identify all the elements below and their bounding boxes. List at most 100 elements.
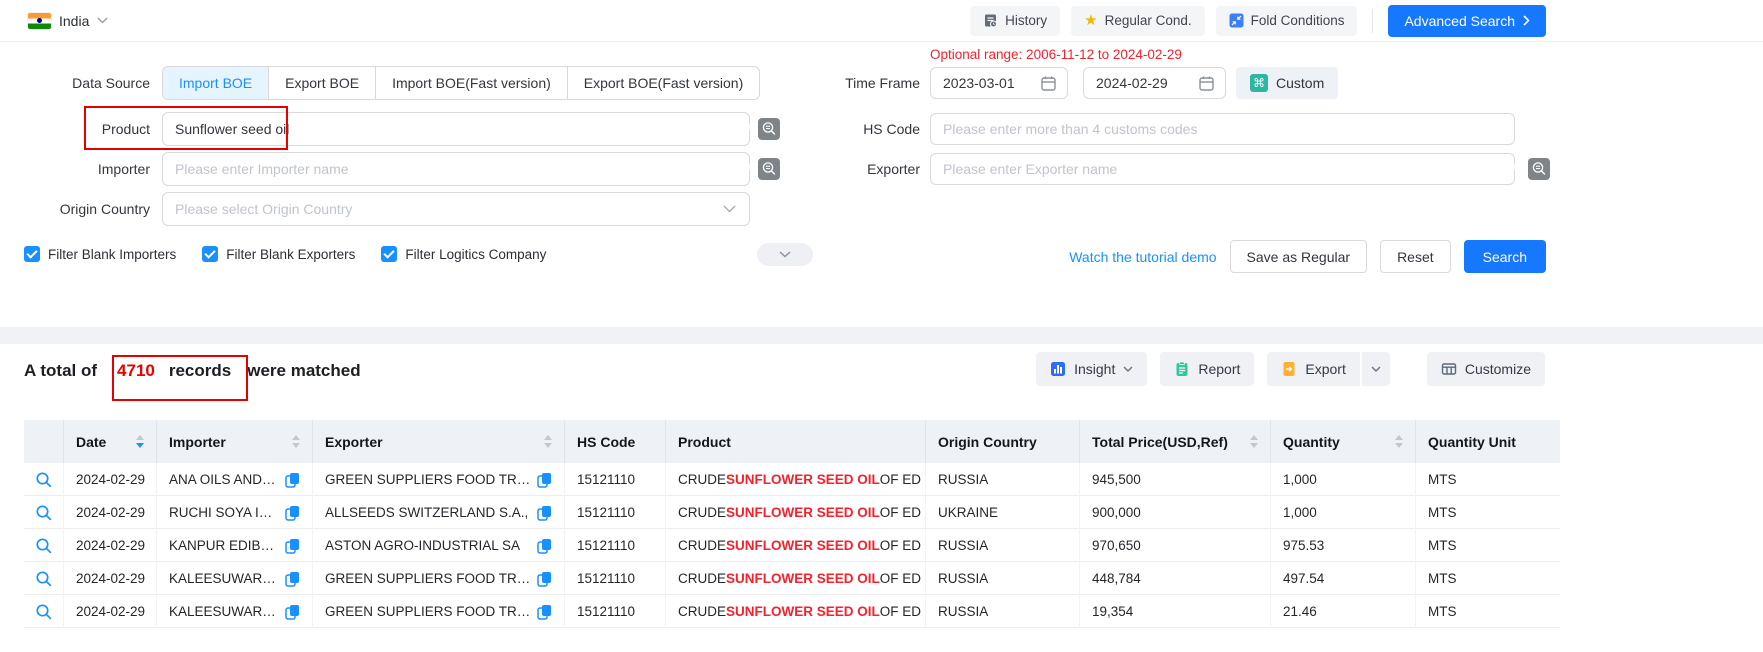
copy-icon[interactable] (279, 538, 300, 554)
checkbox-filter-blank-importers[interactable]: Filter Blank Importers (24, 246, 176, 262)
cell-date: 2024-02-29 (64, 496, 157, 529)
cell-text: RUCHI SOYA INDU (169, 505, 279, 520)
date-start-input[interactable]: 2023-03-01 (930, 67, 1068, 99)
tutorial-link[interactable]: Watch the tutorial demo (1069, 249, 1216, 265)
checkbox-label: Filter Logitics Company (405, 247, 546, 262)
column-header-hs_code: HS Code (565, 420, 666, 463)
cell-unit: MTS (1416, 595, 1560, 628)
export-options-button[interactable] (1362, 352, 1390, 386)
checkbox-filter-blank-exporters[interactable]: Filter Blank Exporters (202, 246, 355, 262)
reset-button[interactable]: Reset (1380, 240, 1451, 273)
report-icon (1174, 361, 1190, 377)
sort-icon[interactable] (284, 435, 300, 448)
record-count: 4710 (117, 361, 155, 380)
sort-icon[interactable] (1387, 435, 1403, 448)
cell-total_price: 448,784 (1080, 562, 1271, 595)
tab-export-boe-fast-version-[interactable]: Export BOE(Fast version) (567, 67, 760, 99)
hs-code-input[interactable] (930, 113, 1515, 145)
cell-product: CRUDE SUNFLOWER SEED OIL OF ED (666, 562, 926, 595)
origin-country-select[interactable] (162, 192, 750, 226)
insight-button[interactable]: Insight (1036, 352, 1147, 386)
product-label: Product (0, 112, 150, 146)
india-flag-icon (28, 13, 51, 29)
highlighted-keyword: SUNFLOWER SEED OIL (726, 538, 880, 553)
batch-search-icon[interactable] (1528, 158, 1550, 180)
column-header-exporter[interactable]: Exporter (313, 420, 565, 463)
cell-date: 2024-02-29 (64, 463, 157, 496)
copy-icon[interactable] (531, 538, 552, 554)
row-detail-search-icon[interactable] (35, 570, 53, 588)
column-label: Product (678, 434, 731, 450)
origin-country-input[interactable] (162, 192, 750, 226)
cell-action (24, 496, 64, 529)
table-header: DateImporterExporterHS CodeProductOrigin… (24, 420, 1560, 463)
results-table: DateImporterExporterHS CodeProductOrigin… (24, 420, 1560, 628)
cell-action (24, 562, 64, 595)
table-body: 2024-02-29ANA OILS AND FATGREEN SUPPLIER… (24, 463, 1560, 628)
importer-input[interactable] (162, 152, 750, 186)
tab-export-boe[interactable]: Export BOE (268, 67, 375, 99)
checkbox-checked-icon[interactable] (24, 246, 40, 262)
checkbox-checked-icon[interactable] (202, 246, 218, 262)
fold-conditions-button[interactable]: Fold Conditions (1216, 6, 1358, 36)
custom-label: Custom (1276, 75, 1324, 91)
cell-action (24, 463, 64, 496)
country-name: India (59, 13, 89, 29)
copy-icon[interactable] (531, 472, 552, 488)
sort-icon[interactable] (128, 435, 144, 448)
sort-icon[interactable] (1242, 435, 1258, 448)
row-detail-search-icon[interactable] (35, 537, 53, 555)
tab-import-boe-fast-version-[interactable]: Import BOE(Fast version) (375, 67, 567, 99)
customize-button[interactable]: Customize (1427, 352, 1545, 386)
cell-text: KANPUR EDIBLES (169, 538, 279, 553)
copy-icon[interactable] (531, 571, 552, 587)
column-header-date[interactable]: Date (64, 420, 157, 463)
cell-exporter: GREEN SUPPLIERS FOOD TRADI... (313, 463, 565, 496)
row-detail-search-icon[interactable] (35, 504, 53, 522)
cell-hs_code: 15121110 (565, 529, 666, 562)
results-summary: A total of4710recordswere matched (24, 361, 361, 381)
copy-icon[interactable] (279, 472, 300, 488)
collapse-panel-button[interactable] (757, 243, 813, 266)
highlighted-keyword: SUNFLOWER SEED OIL (726, 571, 880, 586)
checkbox-checked-icon[interactable] (381, 246, 397, 262)
custom-button[interactable]: ⌘ Custom (1236, 67, 1338, 99)
row-detail-search-icon[interactable] (35, 471, 53, 489)
copy-icon[interactable] (531, 604, 552, 620)
row-detail-search-icon[interactable] (35, 603, 53, 621)
copy-icon[interactable] (279, 505, 300, 521)
table-row: 2024-02-29 RUCHI SOYA INDU ALLSEEDS SWITZE… (24, 496, 1560, 529)
filter-checkboxes: Filter Blank Importers Filter Blank Expor… (24, 246, 546, 262)
cell-exporter: ASTON AGRO-INDUSTRIAL SA (313, 529, 565, 562)
history-button[interactable]: History (970, 6, 1060, 36)
product-input[interactable] (162, 112, 750, 146)
checkbox-filter-logitics-company[interactable]: Filter Logitics Company (381, 246, 546, 262)
tab-import-boe[interactable]: Import BOE (163, 67, 268, 99)
product-field-wrap: A (162, 112, 750, 146)
origin-country-label: Origin Country (0, 192, 150, 226)
top-bar-actions: History ★ Regular Cond. Fold Conditions … (970, 5, 1546, 37)
copy-icon[interactable] (279, 571, 300, 587)
export-label: Export (1305, 361, 1345, 377)
cell-hs_code: 15121110 (565, 562, 666, 595)
exporter-input[interactable] (930, 153, 1515, 185)
country-selector[interactable]: India (28, 13, 108, 29)
regular-cond-button[interactable]: ★ Regular Cond. (1071, 6, 1205, 36)
report-button[interactable]: Report (1160, 352, 1254, 386)
chevron-down-icon (1123, 366, 1133, 372)
save-as-regular-button[interactable]: Save as Regular (1230, 240, 1368, 273)
search-button[interactable]: Search (1464, 240, 1546, 273)
date-end-input[interactable]: 2024-02-29 (1083, 67, 1226, 99)
copy-icon[interactable] (279, 604, 300, 620)
sort-icon[interactable] (536, 435, 552, 448)
cell-action (24, 595, 64, 628)
export-button[interactable]: Export (1267, 352, 1359, 386)
cell-quantity: 21.46 (1271, 595, 1416, 628)
column-header-quantity[interactable]: Quantity (1271, 420, 1416, 463)
copy-icon[interactable] (531, 505, 552, 521)
column-header-importer[interactable]: Importer (157, 420, 313, 463)
column-label: Importer (169, 434, 226, 450)
column-header-total_price[interactable]: Total Price(USD,Ref) (1080, 420, 1271, 463)
advanced-search-button[interactable]: Advanced Search (1388, 5, 1546, 37)
cell-text: ALLSEEDS SWITZERLAND S.A., (325, 505, 528, 520)
